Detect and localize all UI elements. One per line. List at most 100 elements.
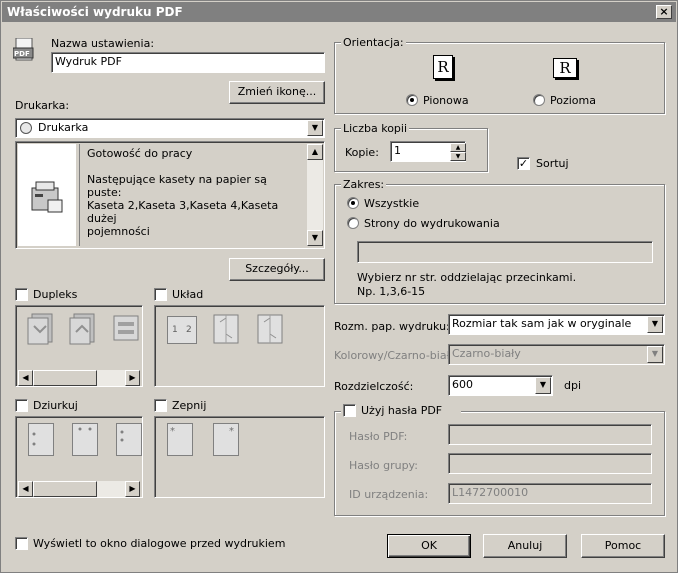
chevron-down-icon[interactable]: ▼	[647, 316, 663, 333]
status-scrollbar[interactable]: ▲ ▼	[307, 144, 323, 246]
landscape-label: Pozioma	[550, 94, 596, 107]
scroll-left-icon[interactable]: ◀	[18, 481, 33, 497]
printer-label: Drukarka:	[15, 99, 70, 112]
range-hint-2: Np. 1,3,6-15	[357, 285, 426, 298]
layout-4up-alt-icon	[255, 312, 285, 349]
change-icon-button[interactable]: Zmień ikonę...	[229, 81, 325, 104]
device-id-label: ID urządzenia:	[349, 488, 429, 501]
printer-select[interactable]: Drukarka	[15, 118, 325, 138]
cancel-button[interactable]: Anuluj	[483, 534, 567, 558]
duplex-short-edge-icon	[68, 312, 98, 349]
dialog-window: Właściwości wydruku PDF × PDF Nazwa usta…	[0, 0, 678, 573]
copies-label: Kopie:	[345, 146, 379, 159]
spin-up-icon[interactable]: ▲	[450, 143, 466, 152]
group-password-input[interactable]	[448, 453, 652, 474]
layout-page-mark: 1	[172, 325, 178, 335]
duplex-checkbox[interactable]	[15, 288, 28, 301]
use-password-label: Użyj hasła PDF	[361, 404, 443, 417]
punch-2-holes-icon	[28, 423, 54, 456]
scroll-thumb[interactable]	[33, 370, 97, 386]
portrait-icon-letter: R	[437, 58, 449, 76]
pages-input[interactable]	[357, 241, 653, 263]
color-mode-select[interactable]: Czarno-biały	[448, 344, 665, 365]
landscape-icon: R	[553, 58, 577, 78]
copies-legend: Liczba kopii	[341, 122, 410, 135]
range-all-radio[interactable]	[347, 197, 359, 209]
printer-image-panel	[18, 144, 76, 246]
punch-label: Dziurkuj	[33, 399, 78, 412]
portrait-icon: R	[433, 55, 453, 79]
spin-down-icon[interactable]: ▼	[450, 152, 466, 161]
duplex-long-edge-icon	[26, 312, 56, 349]
punch-scrollbar[interactable]: ◀ ▶	[18, 481, 140, 497]
duplex-scrollbar[interactable]: ◀ ▶	[18, 370, 140, 386]
pdf-password-label: Hasło PDF:	[349, 430, 408, 443]
resolution-label: Rozdzielczość:	[334, 380, 414, 393]
collate-checkbox[interactable]: ✓	[517, 157, 530, 170]
scroll-thumb[interactable]	[33, 481, 97, 497]
scroll-left-icon[interactable]: ◀	[18, 370, 33, 386]
show-dialog-checkbox[interactable]	[15, 537, 28, 550]
collate-label: Sortuj	[536, 157, 569, 170]
punch-checkbox[interactable]	[15, 399, 28, 412]
details-button[interactable]: Szczegóły...	[229, 258, 325, 281]
ok-button[interactable]: OK	[387, 534, 471, 558]
duplex-options-panel: ◀ ▶	[15, 305, 143, 387]
range-hint-1: Wybierz nr str. oddzielając przecinkami.	[357, 271, 577, 284]
svg-text:*: *	[229, 426, 234, 437]
title-bar: Właściwości wydruku PDF	[2, 2, 676, 22]
use-password-checkbox[interactable]	[343, 404, 356, 417]
group-password-label: Hasło grupy:	[349, 459, 418, 472]
scroll-right-icon[interactable]: ▶	[125, 370, 140, 386]
close-button[interactable]: ×	[656, 5, 672, 19]
landscape-radio[interactable]	[533, 94, 545, 106]
duplex-booklet-icon	[110, 312, 140, 349]
layout-4up-icon	[211, 312, 241, 349]
orientation-legend: Orientacja:	[341, 36, 406, 49]
pdf-password-input[interactable]	[448, 424, 652, 445]
paper-size-select[interactable]: Rozmiar tak sam jak w oryginale	[448, 314, 665, 335]
duplex-label: Dupleks	[33, 288, 78, 301]
printer-status-title: Gotowość do pracy	[87, 147, 193, 160]
printer-status-line: pojemności	[87, 225, 150, 238]
setting-name-input[interactable]: Wydruk PDF	[51, 52, 325, 73]
layout-label: Układ	[172, 288, 204, 301]
scroll-up-icon[interactable]: ▲	[307, 144, 323, 160]
range-all-label: Wszystkie	[364, 197, 420, 210]
svg-text:PDF: PDF	[14, 50, 30, 58]
staple-label: Zepnij	[172, 399, 207, 412]
printer-status-icon	[20, 122, 32, 134]
staple-checkbox[interactable]	[154, 399, 167, 412]
printer-device-icon	[31, 181, 63, 213]
portrait-label: Pionowa	[423, 94, 469, 107]
layout-options-panel: 1 2	[154, 305, 325, 387]
color-mode-label: Kolorowy/Czarno-biały:	[334, 349, 460, 362]
range-pages-radio[interactable]	[347, 217, 359, 229]
range-pages-label: Strony do wydrukowania	[364, 217, 500, 230]
staple-top-right-icon: *	[213, 423, 239, 456]
staple-options-panel: * *	[154, 416, 325, 498]
portrait-radio[interactable]	[406, 94, 418, 106]
layout-2up-icon: 1 2	[167, 316, 197, 344]
device-id-input[interactable]: L1472700010	[448, 483, 652, 504]
setting-name-label: Nazwa ustawienia:	[51, 37, 155, 50]
scroll-right-icon[interactable]: ▶	[125, 481, 140, 497]
printer-status-line: Następujące kasety na papier są puste:	[87, 173, 267, 199]
punch-options-panel: ◀ ▶	[15, 416, 143, 498]
chevron-down-icon[interactable]: ▼	[535, 377, 551, 394]
resolution-unit: dpi	[564, 379, 582, 392]
layout-checkbox[interactable]	[154, 288, 167, 301]
printer-status-line: Kaseta 2,Kaseta 3,Kaseta 4,Kaseta dużej	[87, 199, 279, 225]
layout-page-mark: 2	[186, 325, 192, 335]
orientation-group	[334, 42, 665, 114]
staple-top-left-icon: *	[167, 423, 193, 456]
help-button[interactable]: Pomoc	[581, 534, 665, 558]
scroll-down-icon[interactable]: ▼	[307, 230, 323, 246]
printer-selected-value: Drukarka	[38, 121, 89, 134]
paper-size-label: Rozm. pap. wydruku:	[334, 320, 450, 333]
punch-3-holes-icon	[116, 423, 142, 456]
show-dialog-label: Wyświetl to okno dialogowe przed wydruki…	[33, 537, 286, 550]
chevron-down-icon[interactable]: ▼	[647, 346, 663, 363]
chevron-down-icon[interactable]: ▼	[307, 120, 323, 136]
svg-text:*: *	[170, 426, 175, 437]
